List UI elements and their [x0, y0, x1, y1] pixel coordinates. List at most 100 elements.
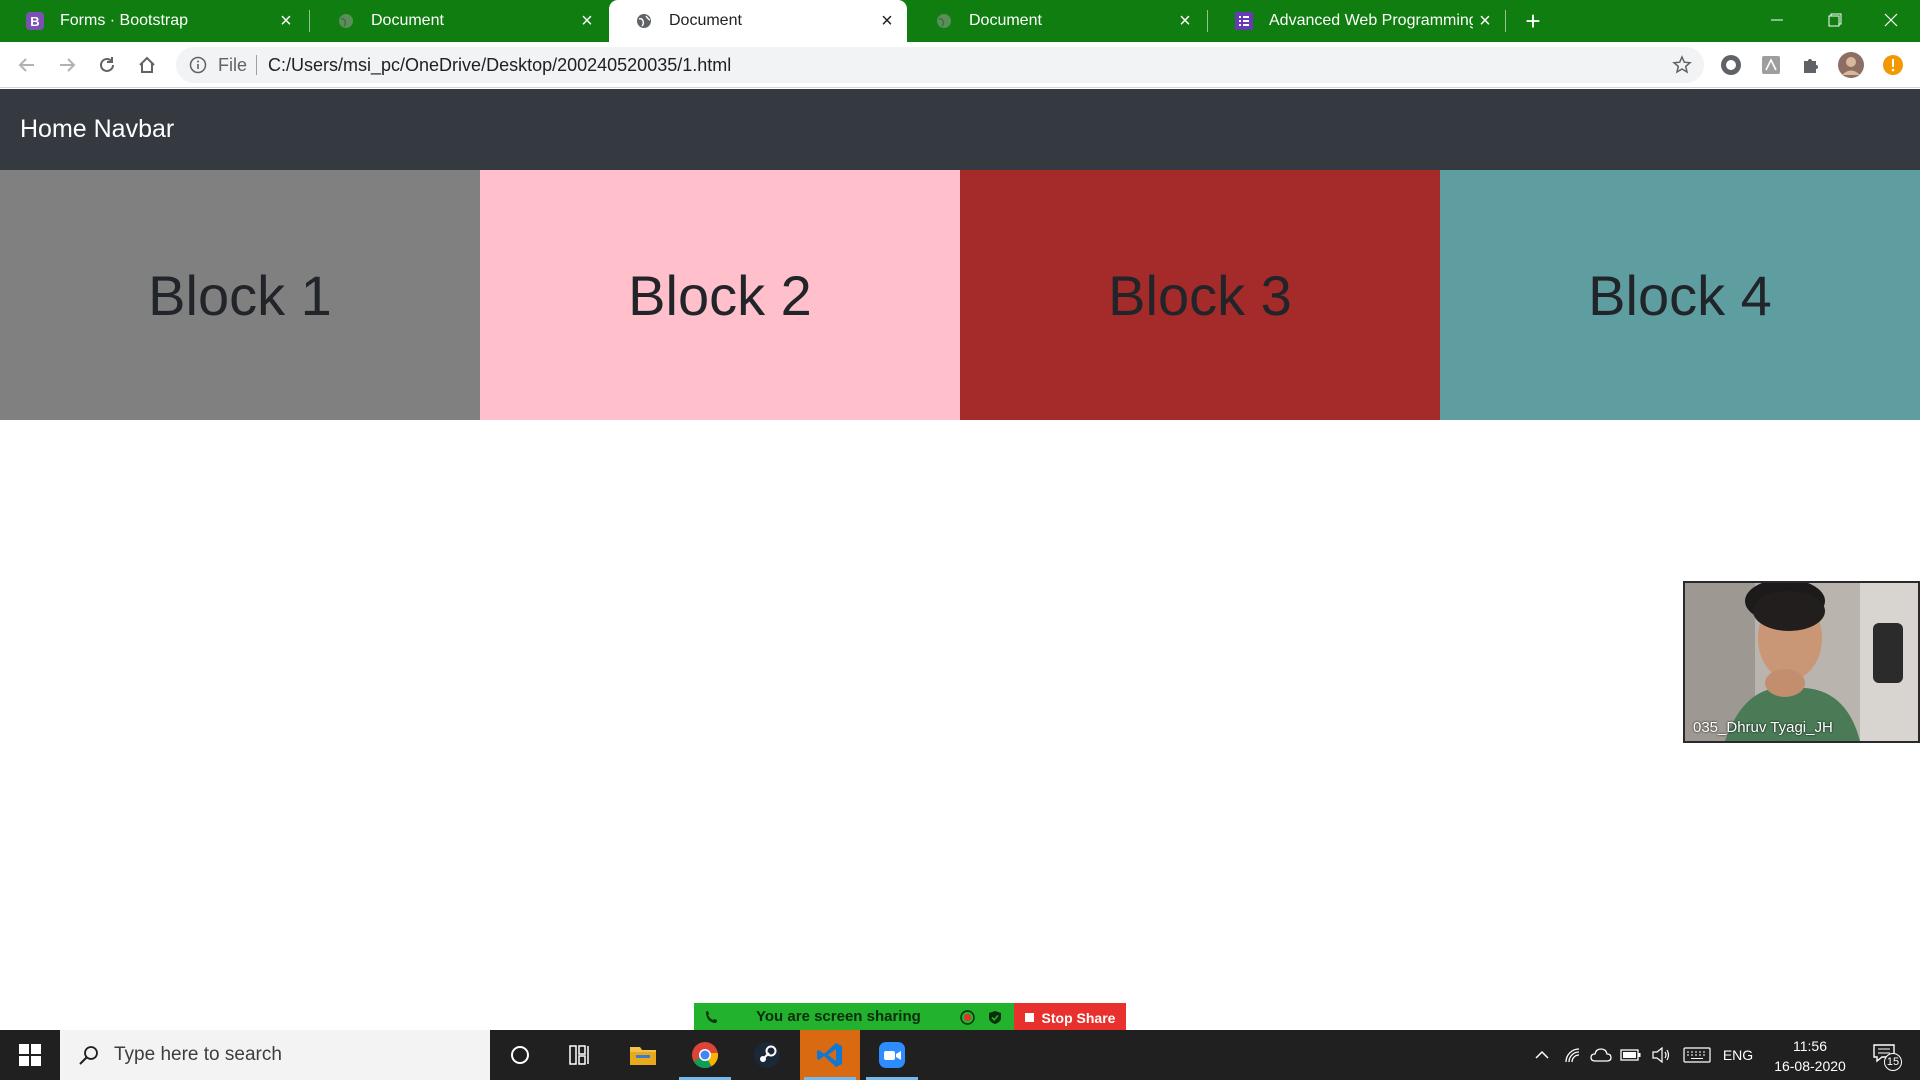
- show-hidden-icons-chevron-icon[interactable]: [1530, 1030, 1554, 1080]
- close-icon: [1884, 13, 1898, 27]
- pdf-extension-icon[interactable]: [1758, 52, 1784, 78]
- chrome-icon: [692, 1042, 719, 1069]
- start-button[interactable]: [0, 1030, 60, 1080]
- tab-document-3[interactable]: Document ×: [909, 0, 1205, 42]
- close-tab-icon[interactable]: ×: [875, 9, 899, 33]
- globe-icon: [935, 12, 953, 30]
- puzzle-extensions-icon[interactable]: [1798, 52, 1824, 78]
- stop-square-icon: [1024, 1013, 1034, 1022]
- minimize-button[interactable]: [1748, 0, 1806, 40]
- page-navbar: Home Navbar: [0, 89, 1920, 170]
- close-tab-icon[interactable]: ×: [1173, 9, 1197, 33]
- blocks-row: Block 1 Block 2 Block 3 Block 4: [0, 170, 1920, 420]
- close-tab-icon[interactable]: ×: [274, 9, 298, 33]
- windows-taskbar: Type here to search ENG 11:56 16-08-2020…: [0, 1030, 1920, 1080]
- url-scheme-label: File: [218, 54, 248, 75]
- tab-title: Forms · Bootstrap: [60, 12, 189, 29]
- home-button[interactable]: [132, 50, 162, 80]
- phone-icon: [704, 1010, 718, 1029]
- battery-icon[interactable]: [1618, 1030, 1644, 1080]
- steam-icon: [754, 1042, 780, 1068]
- volume-icon[interactable]: [1648, 1030, 1674, 1080]
- block-label: Block 3: [1108, 263, 1292, 327]
- tab-document-1[interactable]: Document ×: [311, 0, 607, 42]
- share-status-text: You are screen sharing: [756, 1008, 921, 1025]
- restore-button[interactable]: [1806, 0, 1864, 40]
- security-shield-icon[interactable]: [988, 1010, 1002, 1030]
- globe-icon: [635, 12, 653, 30]
- search-icon: [76, 1042, 102, 1068]
- block-4: Block 4: [1440, 170, 1920, 420]
- vscode-button[interactable]: [800, 1030, 860, 1080]
- block-label: Block 1: [148, 263, 332, 327]
- tab-document-active[interactable]: Document ×: [609, 0, 907, 42]
- folder-icon: [630, 1047, 656, 1065]
- participant-video-feed: [1685, 579, 1918, 741]
- clock-time: 11:56: [1793, 1038, 1827, 1054]
- share-status-panel[interactable]: You are screen sharing: [694, 1003, 1014, 1032]
- block-1: Block 1: [0, 170, 480, 420]
- clock-date: 16-08-2020: [1774, 1058, 1846, 1074]
- home-icon: [139, 56, 155, 73]
- minimize-icon: [1771, 19, 1783, 21]
- back-arrow-icon: [18, 58, 34, 72]
- taskbar-search-box[interactable]: Type here to search: [60, 1030, 490, 1080]
- steam-button[interactable]: [737, 1030, 797, 1080]
- tab-title: Document: [669, 12, 742, 29]
- new-tab-button[interactable]: +: [1518, 6, 1548, 36]
- windows-logo-icon: [19, 1044, 41, 1066]
- tab-divider: [1505, 10, 1506, 32]
- block-label: Block 4: [1588, 263, 1772, 327]
- file-explorer-button[interactable]: [613, 1030, 673, 1080]
- onedrive-cloud-icon[interactable]: [1588, 1030, 1614, 1080]
- tab-advanced-web-programming[interactable]: Advanced Web Programming En ×: [1209, 0, 1505, 42]
- close-tab-icon[interactable]: ×: [575, 9, 599, 33]
- block-label: Block 2: [628, 263, 812, 327]
- update-alert-icon[interactable]: [1880, 52, 1906, 78]
- tab-title: Document: [371, 12, 444, 29]
- zoom-button[interactable]: [862, 1030, 922, 1080]
- task-view-button[interactable]: [550, 1030, 610, 1080]
- tab-title: Advanced Web Programming En: [1269, 12, 1473, 29]
- close-window-button[interactable]: [1862, 0, 1920, 40]
- participant-video[interactable]: 035_Dhruv Tyagi_JH: [1683, 579, 1920, 743]
- tab-title: Document: [969, 12, 1042, 29]
- bookmark-star-icon[interactable]: [1670, 53, 1694, 77]
- restore-icon: [1828, 13, 1842, 27]
- participant-name: 035_Dhruv Tyagi_JH: [1693, 719, 1833, 736]
- chrome-button[interactable]: [675, 1030, 735, 1080]
- stop-share-label: Stop Share: [1041, 1009, 1116, 1026]
- address-bar[interactable]: File C:/Users/msi_pc/OneDrive/Desktop/20…: [176, 47, 1704, 83]
- svg-text:B: B: [30, 14, 39, 29]
- profile-avatar[interactable]: [1838, 52, 1864, 78]
- navbar-brand[interactable]: Home Navbar: [20, 115, 174, 144]
- cortana-button[interactable]: [490, 1030, 550, 1080]
- reload-button[interactable]: [92, 50, 122, 80]
- info-icon[interactable]: [188, 55, 208, 75]
- back-button[interactable]: [12, 50, 42, 80]
- notification-count-badge: 15: [1884, 1053, 1902, 1071]
- url-text[interactable]: C:/Users/msi_pc/OneDrive/Desktop/2002405…: [268, 55, 731, 76]
- cortana-circle-icon: [511, 1046, 529, 1064]
- action-center-button[interactable]: 15: [1864, 1030, 1908, 1080]
- tab-divider: [1207, 10, 1208, 32]
- reload-icon: [100, 57, 114, 72]
- record-icon[interactable]: [960, 1010, 975, 1030]
- desktop-screen: B Forms · Bootstrap × Document × Documen…: [0, 0, 1920, 1080]
- network-icon[interactable]: [1560, 1030, 1586, 1080]
- stop-share-button[interactable]: Stop Share: [1014, 1003, 1126, 1032]
- block-3: Block 3: [960, 170, 1440, 420]
- zoom-icon: [879, 1042, 905, 1068]
- forward-button[interactable]: [52, 50, 82, 80]
- form-list-icon: [1235, 12, 1253, 30]
- keyboard-icon[interactable]: [1680, 1030, 1714, 1080]
- globe-icon: [337, 12, 355, 30]
- taskbar-clock[interactable]: 11:56 16-08-2020: [1760, 1036, 1860, 1076]
- language-indicator[interactable]: ENG: [1718, 1030, 1758, 1080]
- url-divider: [256, 55, 258, 75]
- close-tab-icon[interactable]: ×: [1473, 9, 1497, 33]
- extension-circle-icon[interactable]: [1718, 52, 1744, 78]
- tab-divider: [309, 10, 310, 32]
- tab-forms-bootstrap[interactable]: B Forms · Bootstrap ×: [0, 0, 306, 42]
- notification-icon: 15: [1872, 1043, 1902, 1071]
